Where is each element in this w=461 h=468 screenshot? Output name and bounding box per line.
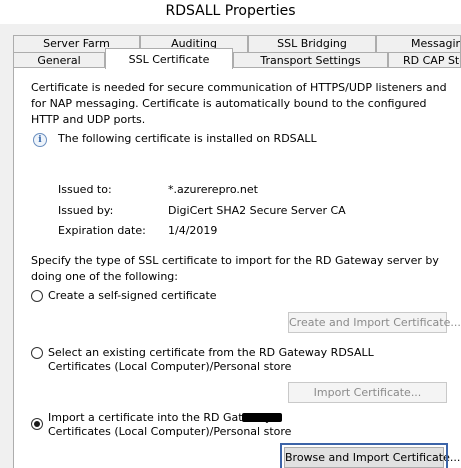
import-certificate-radio[interactable] xyxy=(31,418,43,430)
issued-by-value: DigiCert SHA2 Secure Server CA xyxy=(168,204,346,217)
expiration-date-value: 1/4/2019 xyxy=(168,224,218,237)
import-certificate-label-line2[interactable]: Certificates (Local Computer)/Personal s… xyxy=(48,424,291,440)
self-signed-label[interactable]: Create a self-signed certificate xyxy=(48,288,217,304)
create-and-import-certificate-button[interactable]: Create and Import Certificate... xyxy=(288,312,461,333)
tab-messaging[interactable]: Messaging xyxy=(376,35,461,52)
expiration-date-label: Expiration date: xyxy=(58,224,146,237)
browse-and-import-certificate-button[interactable]: Browse and Import Certificate... xyxy=(280,443,460,468)
import-certificate-button[interactable]: Import Certificate... xyxy=(288,382,447,403)
info-icon: i xyxy=(33,133,47,147)
window-title: RDSALL Properties xyxy=(0,0,461,24)
issued-to-value: *.azurerepro.net xyxy=(168,183,258,196)
intro-text: Certificate is needed for secure communi… xyxy=(31,81,447,126)
redaction-mark xyxy=(242,413,282,422)
installed-notice: The following certificate is installed o… xyxy=(58,132,317,145)
existing-certificate-radio[interactable] xyxy=(31,347,43,359)
tab-ssl-certificate[interactable]: SSL Certificate xyxy=(105,48,233,69)
tab-ssl-bridging[interactable]: SSL Bridging xyxy=(248,35,376,52)
import-instructions: Specify the type of SSL certificate to i… xyxy=(31,254,439,283)
existing-certificate-label-line2[interactable]: Certificates (Local Computer)/Personal s… xyxy=(48,359,291,375)
issued-to-label: Issued to: xyxy=(58,183,112,196)
self-signed-radio[interactable] xyxy=(31,290,43,302)
issued-by-label: Issued by: xyxy=(58,204,114,217)
